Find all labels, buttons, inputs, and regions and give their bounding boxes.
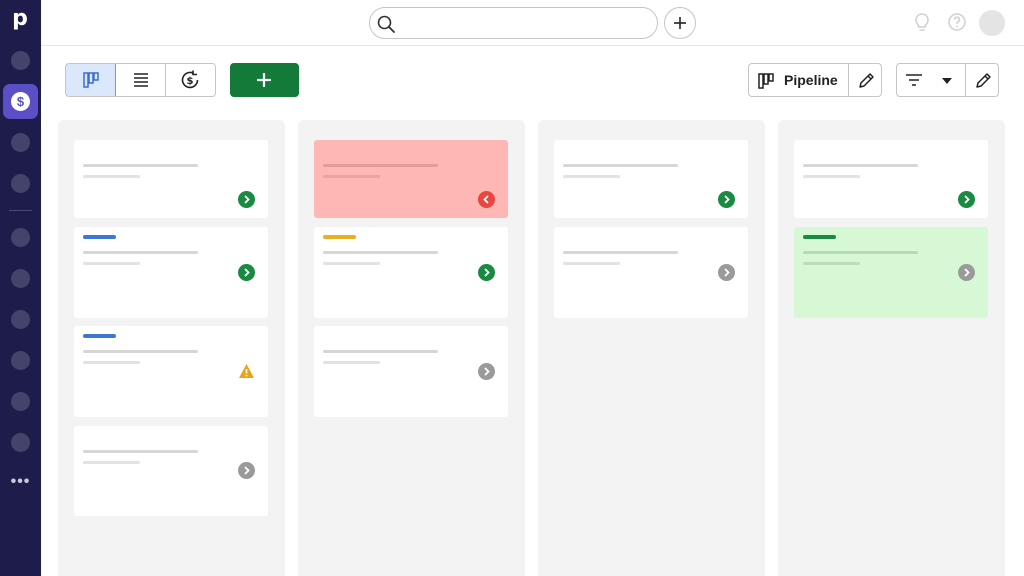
lightbulb-icon[interactable] bbox=[912, 12, 932, 34]
arrow-right-icon bbox=[718, 191, 735, 208]
label-tag bbox=[83, 235, 116, 239]
filter-icon bbox=[906, 74, 922, 86]
dollar-coin-icon: $ bbox=[11, 92, 30, 111]
deal-card[interactable] bbox=[314, 326, 508, 417]
deal-card[interactable] bbox=[794, 227, 988, 318]
edit-filter-button[interactable] bbox=[965, 63, 999, 97]
sidebar-item-1[interactable] bbox=[11, 51, 30, 70]
pipeline-view-button[interactable] bbox=[66, 64, 117, 96]
top-bar bbox=[41, 0, 1024, 46]
label-tag bbox=[323, 235, 356, 239]
deal-card[interactable] bbox=[74, 326, 268, 417]
search-input[interactable] bbox=[404, 12, 649, 34]
deal-card[interactable] bbox=[554, 227, 748, 318]
arrow-right-icon bbox=[238, 191, 255, 208]
deal-card[interactable] bbox=[74, 426, 268, 516]
svg-text:$: $ bbox=[187, 76, 194, 87]
deal-card[interactable] bbox=[794, 140, 988, 218]
sidebar-item-6[interactable] bbox=[11, 269, 30, 288]
list-icon bbox=[133, 73, 148, 87]
sidebar-item-8[interactable] bbox=[11, 351, 30, 370]
deal-card[interactable] bbox=[314, 227, 508, 318]
pipeline-stage-1 bbox=[58, 120, 285, 576]
kanban-icon bbox=[758, 73, 774, 89]
avatar[interactable] bbox=[979, 10, 1005, 36]
deal-card[interactable] bbox=[74, 140, 268, 218]
arrow-right-icon bbox=[718, 264, 735, 281]
edit-pipeline-button[interactable] bbox=[848, 63, 882, 97]
deal-card[interactable] bbox=[554, 140, 748, 218]
app-logo[interactable]: p bbox=[8, 6, 32, 32]
pipeline-label: Pipeline bbox=[784, 72, 838, 88]
sidebar-item-10[interactable] bbox=[11, 433, 30, 452]
pipeline-stage-4 bbox=[778, 120, 1005, 576]
help-icon[interactable] bbox=[947, 12, 967, 32]
deal-card[interactable] bbox=[314, 140, 508, 218]
label-tag bbox=[803, 235, 836, 239]
sidebar-item-9[interactable] bbox=[11, 392, 30, 411]
arrow-right-icon bbox=[238, 462, 255, 479]
view-switcher: $ bbox=[65, 63, 216, 97]
sidebar: p $ ••• bbox=[0, 0, 41, 576]
label-tag bbox=[83, 334, 116, 338]
plus-icon bbox=[257, 73, 271, 87]
quick-add-button[interactable] bbox=[664, 7, 696, 39]
arrow-right-icon bbox=[238, 264, 255, 281]
more-icon[interactable]: ••• bbox=[10, 474, 31, 494]
pipeline-stage-3 bbox=[538, 120, 765, 576]
caret-down-icon bbox=[942, 78, 952, 84]
search-icon bbox=[377, 15, 395, 33]
sidebar-item-3[interactable] bbox=[11, 133, 30, 152]
pipeline-stage-2 bbox=[298, 120, 525, 576]
warning-icon bbox=[239, 364, 254, 378]
sidebar-divider bbox=[9, 210, 32, 211]
plus-icon bbox=[674, 17, 686, 29]
deal-card[interactable] bbox=[74, 227, 268, 318]
filter-selector[interactable] bbox=[896, 63, 966, 97]
list-view-button[interactable] bbox=[116, 64, 166, 96]
sidebar-item-5[interactable] bbox=[11, 228, 30, 247]
forecast-view-button[interactable]: $ bbox=[165, 64, 215, 96]
pipeline-selector[interactable]: Pipeline bbox=[748, 63, 849, 97]
arrow-left-icon bbox=[478, 191, 495, 208]
sidebar-item-7[interactable] bbox=[11, 310, 30, 329]
pencil-icon bbox=[859, 73, 874, 88]
sidebar-item-deals[interactable]: $ bbox=[3, 84, 38, 119]
forecast-icon: $ bbox=[182, 70, 199, 89]
pencil-icon bbox=[976, 73, 991, 88]
arrow-right-icon bbox=[478, 264, 495, 281]
arrow-right-icon bbox=[958, 191, 975, 208]
sidebar-item-4[interactable] bbox=[11, 174, 30, 193]
kanban-icon bbox=[82, 72, 99, 88]
arrow-right-icon bbox=[958, 264, 975, 281]
add-deal-button[interactable] bbox=[230, 63, 299, 97]
search-box[interactable] bbox=[369, 7, 658, 39]
arrow-right-icon bbox=[478, 363, 495, 380]
